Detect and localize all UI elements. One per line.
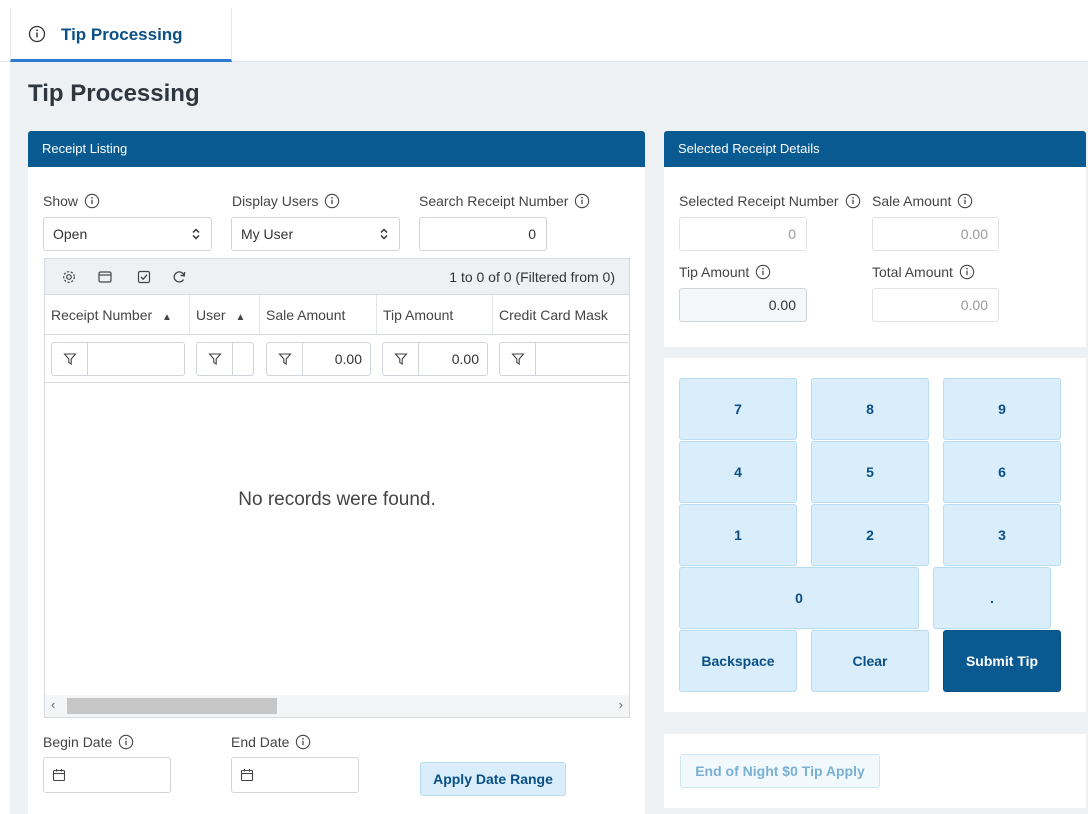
grid-header-row: Receipt Number ▲ User ▲ Sale Amount Tip …: [45, 295, 629, 335]
info-icon[interactable]: [118, 734, 134, 750]
show-label: Show: [43, 193, 100, 209]
selected-receipt-number-field: 0: [679, 217, 807, 251]
info-icon[interactable]: [324, 193, 340, 209]
info-icon: [28, 25, 46, 43]
filter-icon[interactable]: [197, 343, 233, 375]
key-5[interactable]: 5: [811, 441, 929, 503]
info-icon[interactable]: [84, 193, 100, 209]
key-decimal[interactable]: .: [933, 567, 1051, 629]
selected-receipt-header: Selected Receipt Details: [664, 131, 1086, 167]
tab-bar: Tip Processing: [0, 0, 1088, 62]
info-icon[interactable]: [845, 193, 861, 209]
refresh-icon[interactable]: [171, 269, 187, 285]
tip-amount-label: Tip Amount: [679, 264, 771, 280]
grid-filter-row: 0.00 0.00: [45, 335, 629, 383]
key-4[interactable]: 4: [679, 441, 797, 503]
filter-user[interactable]: [196, 342, 254, 376]
column-credit-card-mask[interactable]: Credit Card Mask: [493, 295, 629, 335]
no-records-message: No records were found.: [238, 489, 436, 510]
clear-button[interactable]: Clear: [811, 630, 929, 692]
filter-sale-amount[interactable]: 0.00: [266, 342, 371, 376]
receipt-listing-header: Receipt Listing: [28, 131, 645, 167]
calendar-icon[interactable]: [52, 768, 66, 782]
filter-credit-card-mask[interactable]: [499, 342, 629, 376]
key-9[interactable]: 9: [943, 378, 1061, 440]
sort-asc-icon: ▲: [235, 312, 246, 323]
info-icon[interactable]: [574, 193, 590, 209]
grid-toolbar: 1 to 0 of 0 (Filtered from 0): [45, 259, 629, 295]
begin-date-label: Begin Date: [43, 734, 134, 750]
sale-amount-field: 0.00: [872, 217, 999, 251]
checkbox-icon[interactable]: [136, 269, 152, 285]
end-of-night-panel: End of Night $0 Tip Apply: [664, 734, 1086, 808]
total-amount-field: 0.00: [872, 288, 999, 322]
end-of-night-button[interactable]: End of Night $0 Tip Apply: [680, 754, 880, 788]
column-tip-amount[interactable]: Tip Amount: [377, 295, 493, 335]
key-1[interactable]: 1: [679, 504, 797, 566]
tab-tip-processing[interactable]: Tip Processing: [10, 8, 232, 62]
end-date-label: End Date: [231, 734, 311, 750]
key-6[interactable]: 6: [943, 441, 1061, 503]
receipt-grid: 1 to 0 of 0 (Filtered from 0) Receipt Nu…: [44, 258, 630, 718]
filter-tip-amount[interactable]: 0.00: [382, 342, 488, 376]
backspace-button[interactable]: Backspace: [679, 630, 797, 692]
info-icon[interactable]: [295, 734, 311, 750]
info-icon[interactable]: [755, 264, 771, 280]
column-receipt-number[interactable]: Receipt Number ▲: [45, 295, 190, 335]
display-users-label: Display Users: [232, 193, 340, 209]
horizontal-scrollbar[interactable]: ‹ ›: [45, 695, 629, 717]
key-0[interactable]: 0: [679, 567, 919, 629]
scroll-left-icon[interactable]: ‹: [51, 697, 55, 712]
sale-amount-label: Sale Amount: [872, 193, 973, 209]
filter-icon[interactable]: [500, 343, 536, 375]
column-user[interactable]: User ▲: [190, 295, 260, 335]
scroll-right-icon[interactable]: ›: [619, 697, 623, 712]
search-receipt-input[interactable]: 0: [419, 217, 547, 251]
key-2[interactable]: 2: [811, 504, 929, 566]
select-arrows-icon: [379, 218, 389, 250]
page-title: Tip Processing: [28, 80, 200, 107]
tab-label: Tip Processing: [61, 25, 183, 44]
tip-amount-input[interactable]: 0.00: [679, 288, 807, 322]
total-amount-label: Total Amount: [872, 264, 975, 280]
columns-icon[interactable]: [97, 269, 113, 285]
key-8[interactable]: 8: [811, 378, 929, 440]
calendar-icon[interactable]: [240, 768, 254, 782]
show-select[interactable]: Open: [43, 217, 212, 251]
begin-date-input[interactable]: [43, 757, 171, 793]
gear-icon[interactable]: [61, 269, 77, 285]
filter-icon[interactable]: [52, 343, 88, 375]
scroll-thumb[interactable]: [67, 698, 277, 714]
search-receipt-label: Search Receipt Number: [419, 193, 590, 209]
sort-asc-icon: ▲: [162, 312, 172, 323]
keypad-panel: 7 8 9 4 5 6 1 2 3 0 . Backspace Clear Su…: [664, 358, 1086, 712]
column-sale-amount[interactable]: Sale Amount: [260, 295, 377, 335]
info-icon[interactable]: [957, 193, 973, 209]
key-7[interactable]: 7: [679, 378, 797, 440]
filter-icon[interactable]: [383, 343, 419, 375]
selected-receipt-number-label: Selected Receipt Number: [679, 193, 861, 209]
display-users-select[interactable]: My User: [231, 217, 400, 251]
filter-receipt-number[interactable]: [51, 342, 185, 376]
grid-count: 1 to 0 of 0 (Filtered from 0): [449, 269, 615, 285]
info-icon[interactable]: [959, 264, 975, 280]
submit-tip-button[interactable]: Submit Tip: [943, 630, 1061, 692]
end-date-input[interactable]: [231, 757, 359, 793]
filter-icon[interactable]: [267, 343, 303, 375]
select-arrows-icon: [191, 218, 201, 250]
apply-date-range-button[interactable]: Apply Date Range: [420, 762, 566, 796]
key-3[interactable]: 3: [943, 504, 1061, 566]
